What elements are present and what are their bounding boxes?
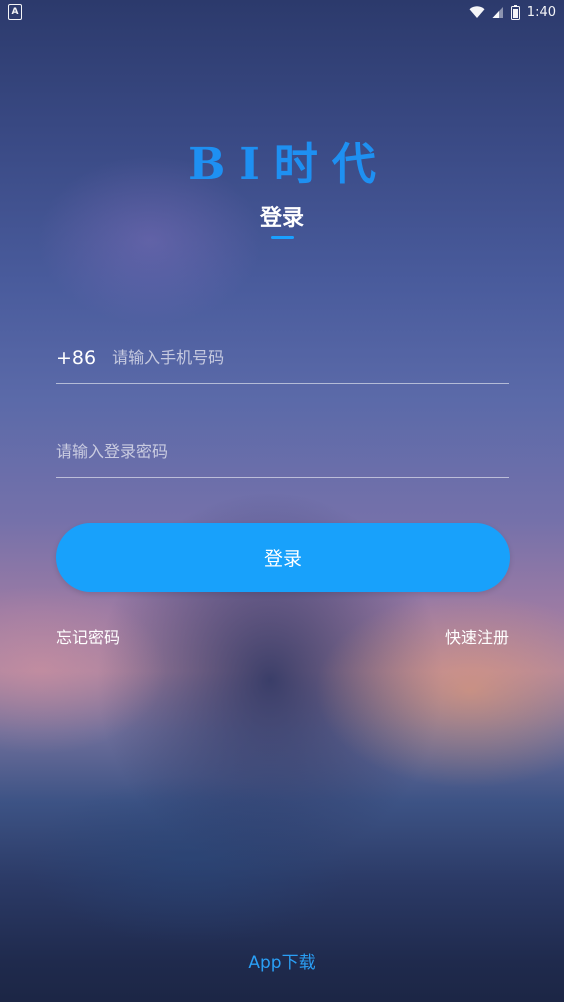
- wifi-icon: [469, 5, 485, 19]
- login-button[interactable]: 登录: [56, 523, 510, 592]
- notification-a-icon: A: [8, 4, 22, 20]
- app-logo: BI时代: [188, 139, 390, 190]
- status-bar: A 1:40: [0, 0, 564, 24]
- phone-field: +86: [56, 332, 509, 384]
- signal-icon: [492, 6, 504, 19]
- status-bar-right: 1:40: [469, 4, 556, 20]
- tab-login[interactable]: 登录: [0, 200, 564, 232]
- phone-input[interactable]: [112, 348, 509, 367]
- country-code[interactable]: +86: [56, 347, 96, 369]
- status-time: 1:40: [526, 4, 556, 20]
- forgot-password-link[interactable]: 忘记密码: [56, 624, 120, 648]
- app-download-link[interactable]: App下载: [0, 948, 564, 973]
- password-input[interactable]: [56, 442, 509, 461]
- password-field: [56, 426, 509, 478]
- quick-register-link[interactable]: 快速注册: [445, 624, 509, 648]
- tab-underline: [271, 236, 294, 239]
- battery-icon: [510, 4, 520, 20]
- status-bar-left: A: [8, 4, 22, 20]
